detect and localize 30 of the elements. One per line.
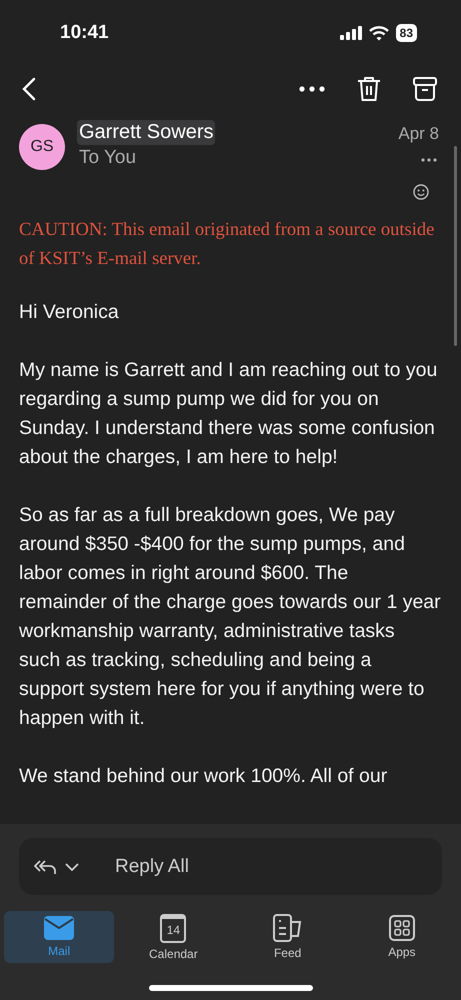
envelope-icon <box>44 916 74 940</box>
signal-icon <box>340 26 362 40</box>
wifi-icon <box>368 26 389 40</box>
message-paragraph: My name is Garrett and I am reaching out to you regarding a sump pump we did for you on Sunday. I understand there was some confusion about the charges, I am here to help! <box>19 358 438 470</box>
message-paragraph: So as far as a full breakdown goes, We pay around $350 -$400 for the sump pumps, and labor comes in right around $600. The remainder of the charge goes towards our 1 year workmanship warranty, administrative tasks such as tracking, scheduling and being a support system here for you if anything were to happen with it. <box>19 503 441 731</box>
feed-icon <box>272 914 303 942</box>
recipients-label: To You <box>78 147 136 169</box>
sender-name[interactable]: Garrett Sowers <box>77 120 216 145</box>
tab-bar-item[interactable]: Mail <box>4 911 114 963</box>
caution-notice: CAUTION: This email originated from a source outside of KSIT’s E-mail server. <box>19 219 436 271</box>
more-icon[interactable] <box>421 158 437 162</box>
archive-box-icon[interactable] <box>413 77 437 101</box>
status-time: 10:41 <box>60 22 109 44</box>
message-paragraph: We stand behind our work 100%. All of our <box>19 764 388 789</box>
more-icon[interactable] <box>299 86 325 92</box>
reply-all-icon <box>33 858 57 874</box>
message-paragraph: Hi Veronica <box>19 300 120 325</box>
chevron-down-icon <box>65 862 79 870</box>
apps-grid-icon <box>388 915 415 941</box>
smiley-icon[interactable] <box>413 184 429 200</box>
sender-avatar: GS <box>19 124 65 170</box>
trash-icon[interactable] <box>357 76 381 102</box>
tab-bar-item[interactable]: Feed <box>232 911 343 963</box>
reply-all-button[interactable]: Reply All <box>19 838 442 895</box>
message-date: Apr 8 <box>398 124 439 144</box>
tab-bar-item[interactable]: Apps <box>346 911 457 963</box>
battery-level: 83 <box>396 24 417 42</box>
back-icon[interactable] <box>22 77 36 101</box>
calendar-icon: 14 <box>160 914 186 942</box>
tab-bar-item[interactable]: 14 Calendar <box>118 911 228 963</box>
